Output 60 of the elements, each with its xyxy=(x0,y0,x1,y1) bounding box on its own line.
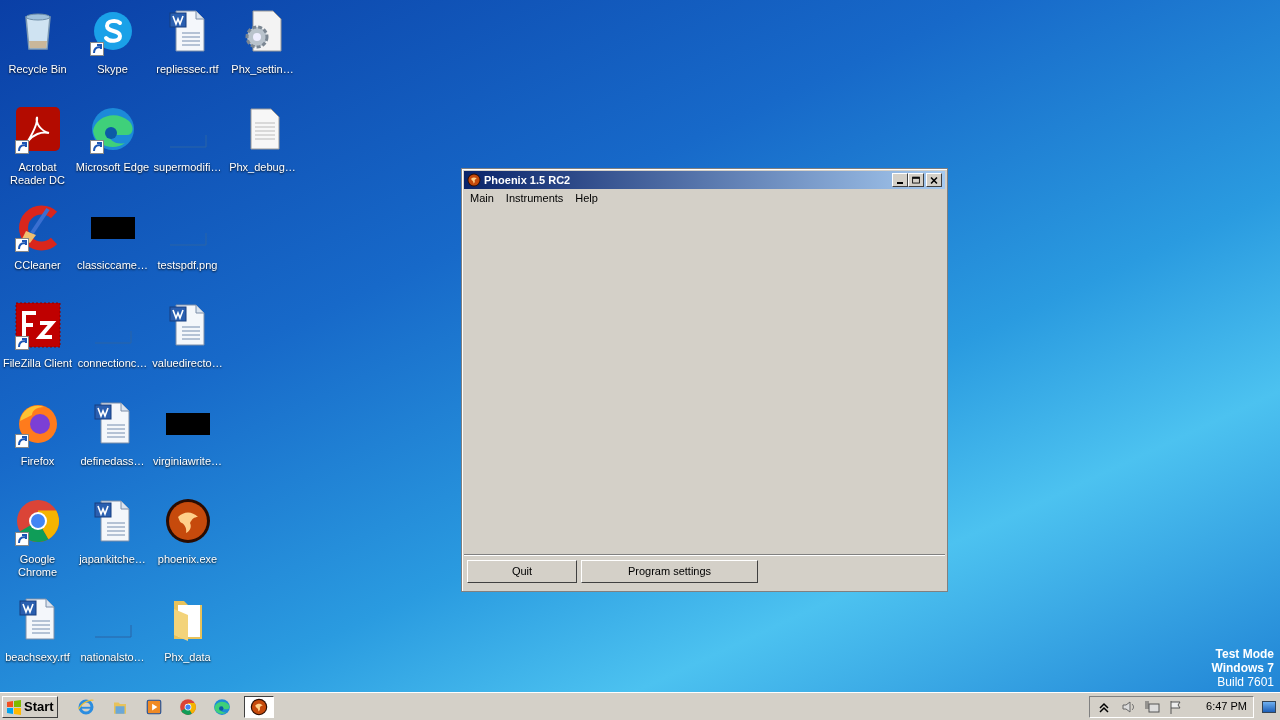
icon-label[interactable]: Phx_settin… xyxy=(225,63,300,76)
icon-label[interactable]: classiccame… xyxy=(75,259,150,272)
icon-label[interactable]: supermodifi… xyxy=(150,161,225,174)
start-button[interactable]: Start xyxy=(2,695,58,718)
dialog-button[interactable]: Program settings xyxy=(581,560,758,583)
icon-label[interactable]: connectionc… xyxy=(75,357,150,370)
phoenix-emblem-icon[interactable] xyxy=(163,497,212,545)
system-notice-text: Build 7601 xyxy=(1217,675,1274,689)
icon-label[interactable]: nationalsto… xyxy=(75,651,150,664)
close-icon xyxy=(928,174,940,186)
maximize-icon xyxy=(910,174,922,186)
windows-logo-icon xyxy=(6,698,22,715)
menu-item[interactable]: Help xyxy=(569,190,604,207)
shortcut-arrow-icon xyxy=(89,140,104,154)
shortcut-arrow-icon xyxy=(14,532,29,546)
phoenix-emblem-icon xyxy=(249,697,268,716)
clock[interactable]: 6:47 PM xyxy=(1206,698,1247,715)
icon-label[interactable]: Skype xyxy=(75,63,150,76)
icon-label[interactable]: phoenix.exe xyxy=(150,553,225,566)
icon-label[interactable]: valuedirecto… xyxy=(150,357,225,370)
menu-item[interactable]: Instruments xyxy=(499,190,570,207)
chrome-circle-icon xyxy=(178,697,197,716)
icon-label[interactable]: Google Chrome xyxy=(0,553,75,579)
minimize-icon xyxy=(897,182,903,184)
close-button[interactable] xyxy=(926,173,942,187)
menu-item[interactable]: Main xyxy=(464,190,500,207)
icon-label[interactable]: Acrobat Reader DC xyxy=(0,161,75,187)
icon-label[interactable]: Firefox xyxy=(0,455,75,468)
speaker-icon[interactable] xyxy=(1120,698,1137,715)
icon-label[interactable]: beachsexy.rtf xyxy=(0,651,75,664)
icon-label[interactable]: Recycle Bin xyxy=(0,63,75,76)
icon-label[interactable]: CCleaner xyxy=(0,259,75,272)
icon-label[interactable]: repliessec.rtf xyxy=(150,63,225,76)
icon-label[interactable]: virginiawrite… xyxy=(150,455,225,468)
shortcut-arrow-icon xyxy=(14,238,29,252)
icon-label[interactable]: Microsoft Edge xyxy=(75,161,150,174)
taskbar-button[interactable] xyxy=(243,695,274,718)
dialog-button[interactable]: Quit xyxy=(467,560,577,583)
shortcut-arrow-icon xyxy=(14,140,29,154)
show-desktop-button[interactable] xyxy=(1262,700,1276,713)
icon-label[interactable]: FileZilla Client xyxy=(0,357,75,370)
system-notice-text: Windows 7 xyxy=(1211,661,1274,675)
maximize-button[interactable] xyxy=(908,173,924,187)
fz-logo-icon[interactable] xyxy=(13,301,62,349)
pdf-logo-icon[interactable] xyxy=(13,105,62,153)
window-title: Phoenix 1.5 RC2 xyxy=(484,172,572,188)
shortcut-arrow-icon xyxy=(14,434,29,448)
icon-label[interactable]: testspdf.png xyxy=(150,259,225,272)
play-icon xyxy=(144,697,163,716)
icon-label[interactable]: japankitche… xyxy=(75,553,150,566)
swirl-logo-icon xyxy=(212,697,231,716)
e-globe-icon xyxy=(76,697,95,716)
system-notice-text: Test Mode xyxy=(1215,647,1274,661)
shortcut-arrow-icon xyxy=(89,42,104,56)
icon-label[interactable]: definedass… xyxy=(75,455,150,468)
phoenix-emblem-icon xyxy=(467,173,481,187)
network-icon[interactable] xyxy=(1144,698,1161,715)
shortcut-arrow-icon xyxy=(14,336,29,350)
minimize-button[interactable] xyxy=(892,173,908,187)
icon-label[interactable]: Phx_debug… xyxy=(225,161,300,174)
